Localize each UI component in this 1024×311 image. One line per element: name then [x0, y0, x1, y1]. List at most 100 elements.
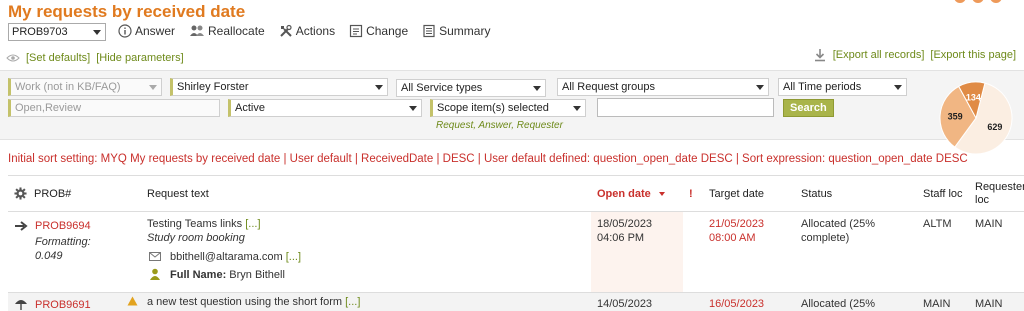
- set-defaults-link[interactable]: [Set defaults]: [26, 52, 90, 64]
- status-filter-select[interactable]: Open,Review: [8, 99, 220, 117]
- chevron-down-icon: [375, 85, 383, 90]
- scope-description: Request, Answer, Requester: [436, 120, 563, 131]
- pie-slice-label: 359: [948, 112, 963, 122]
- request-id-link[interactable]: PROB9694: [35, 220, 91, 232]
- chevron-down-icon: [894, 85, 902, 90]
- full-name-label: Full Name:: [170, 269, 227, 281]
- table-row[interactable]: PROB9691 a new test question using the s…: [8, 292, 1024, 311]
- header-status[interactable]: Status: [801, 188, 832, 200]
- time-periods-value: All Time periods: [783, 81, 862, 93]
- header-requester-loc[interactable]: Requester loc: [975, 181, 1024, 207]
- chevron-down-icon: [756, 85, 764, 90]
- actions-button[interactable]: Actions: [279, 24, 335, 38]
- request-subtitle: Study room booking: [147, 232, 245, 244]
- umbrella-icon: [15, 300, 27, 310]
- target-date: 21/05/2023: [709, 218, 765, 230]
- header-request-text[interactable]: Request text: [147, 188, 209, 200]
- tools-icon: [280, 24, 292, 37]
- user-icon: [150, 268, 160, 280]
- work-type-select[interactable]: Work (not in KB/FAQ): [8, 78, 162, 96]
- status-line-1: Allocated (25%: [801, 218, 875, 230]
- header-open-date[interactable]: Open date: [597, 188, 665, 200]
- arrow-right-icon: [15, 221, 28, 231]
- envelope-icon: [149, 252, 161, 261]
- export-links: [Export all records] [Export this page]: [813, 48, 1016, 62]
- work-type-value: Work (not in KB/FAQ): [15, 81, 121, 93]
- summary-button[interactable]: Summary: [422, 24, 490, 38]
- reallocate-button[interactable]: Reallocate: [189, 24, 265, 38]
- request-groups-select[interactable]: All Request groups: [557, 78, 769, 96]
- search-button[interactable]: Search: [783, 99, 834, 117]
- staff-loc: MAIN: [923, 298, 951, 310]
- request-select-value: PROB9703: [12, 26, 68, 38]
- search-input[interactable]: [597, 98, 774, 117]
- export-page-link[interactable]: [Export this page]: [930, 49, 1016, 61]
- header-target-date[interactable]: Target date: [709, 188, 764, 200]
- scope-value: Scope item(s) selected: [437, 102, 549, 114]
- download-icon[interactable]: [813, 48, 827, 62]
- pie-slice-label: 629: [987, 122, 1002, 132]
- expand-ellipsis-link[interactable]: [...]: [245, 218, 260, 230]
- email-ellipsis-link[interactable]: [...]: [286, 251, 301, 263]
- staff-select[interactable]: Shirley Forster: [170, 78, 388, 96]
- table-header: PROB# Request text Open date ! Target da…: [8, 176, 1024, 212]
- formatting-label: Formatting:: [35, 236, 91, 248]
- chevron-down-icon: [149, 85, 157, 90]
- request-pie-chart[interactable]: 629 359134: [930, 77, 1022, 159]
- pie-slices: 629 359134: [939, 81, 1013, 155]
- time-periods-select[interactable]: All Time periods: [778, 78, 907, 96]
- header-staff-loc[interactable]: Staff loc: [923, 188, 963, 200]
- users-icon: [190, 25, 205, 36]
- formatting-value: 0.049: [35, 250, 63, 262]
- request-title-text: a new test question using the short form: [147, 296, 343, 308]
- hide-parameters-link[interactable]: [Hide parameters]: [96, 52, 183, 64]
- active-select[interactable]: Active: [228, 99, 422, 117]
- full-name-value: Bryn Bithell: [229, 269, 285, 281]
- service-types-value: All Service types: [401, 82, 483, 94]
- header-priority[interactable]: !: [689, 188, 693, 200]
- parameter-links: [Set defaults] [Hide parameters]: [6, 52, 184, 64]
- requests-table: PROB# Request text Open date ! Target da…: [8, 175, 1024, 311]
- table-row[interactable]: PROB9694 Formatting: 0.049 Testing Teams…: [8, 212, 1024, 292]
- gear-icon[interactable]: [14, 187, 27, 200]
- target-time: 08:00 AM: [709, 232, 756, 244]
- service-types-select[interactable]: All Service types: [396, 79, 546, 97]
- summary-label: Summary: [439, 24, 491, 38]
- edit-form-icon: [349, 24, 363, 38]
- request-title: a new test question using the short form…: [147, 296, 360, 308]
- chevron-down-icon: [409, 106, 417, 111]
- warning-triangle-icon: [127, 296, 138, 306]
- staff-value: Shirley Forster: [177, 81, 249, 93]
- expand-ellipsis-link[interactable]: [...]: [345, 296, 360, 308]
- export-all-link[interactable]: [Export all records]: [833, 49, 925, 61]
- status-filter-value: Open,Review: [15, 102, 82, 114]
- chevron-down-icon: [533, 86, 541, 91]
- request-groups-value: All Request groups: [562, 81, 655, 93]
- filter-panel: Work (not in KB/FAQ) Shirley Forster All…: [0, 70, 1024, 155]
- header-prob[interactable]: PROB#: [34, 188, 71, 200]
- request-id-link[interactable]: PROB9691: [35, 299, 91, 311]
- active-value: Active: [235, 102, 265, 114]
- request-title-text: Testing Teams links: [147, 218, 243, 230]
- requester-loc: MAIN: [975, 218, 1003, 230]
- brand-logo: [948, 0, 1016, 6]
- staff-loc: ALTM: [923, 218, 952, 230]
- request-select[interactable]: PROB9703: [8, 23, 106, 41]
- status-line-2: complete): [801, 232, 850, 244]
- requester-email-text: bbithell@altarama.com: [170, 251, 283, 263]
- change-label: Change: [366, 24, 409, 38]
- reallocate-label: Reallocate: [208, 24, 265, 38]
- answer-button[interactable]: Answer: [118, 24, 175, 38]
- open-date: 14/05/2023: [597, 298, 653, 310]
- eye-icon[interactable]: [6, 53, 20, 63]
- info-circle-icon: [118, 24, 132, 38]
- page-title: My requests by received date: [8, 2, 246, 21]
- open-date: 18/05/2023: [597, 218, 653, 230]
- scope-select[interactable]: Scope item(s) selected: [430, 99, 586, 117]
- change-button[interactable]: Change: [349, 24, 408, 38]
- request-title: Testing Teams links [...]: [147, 218, 261, 230]
- header-requester-loc-line2: loc: [975, 194, 990, 206]
- requester-loc: MAIN: [975, 298, 1003, 310]
- document-icon: [423, 24, 435, 38]
- pie-slice-label: 134: [966, 92, 981, 102]
